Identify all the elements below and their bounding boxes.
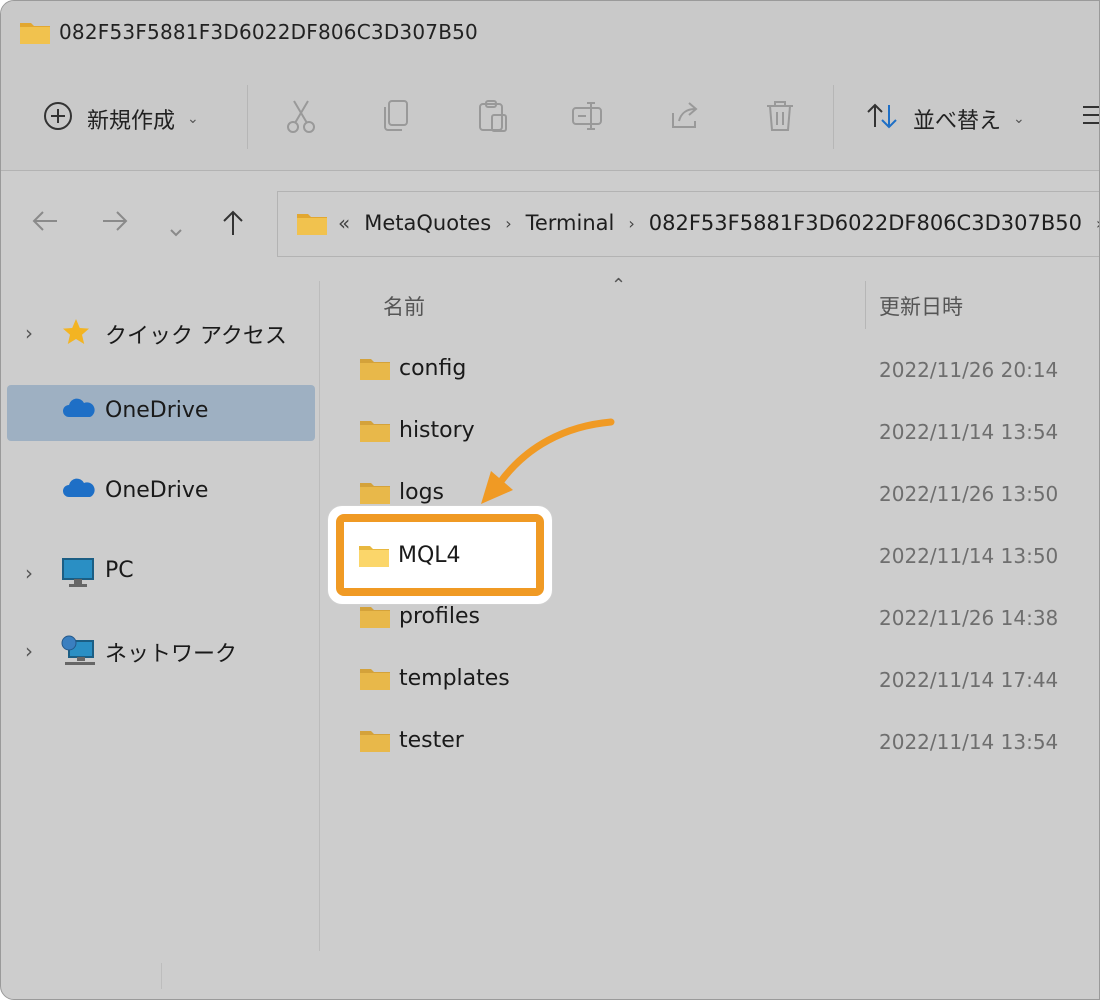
breadcrumb-item[interactable]: Terminal (526, 211, 615, 235)
forward-icon[interactable] (101, 209, 129, 240)
file-name: tester (399, 728, 464, 753)
copy-icon[interactable] (381, 99, 411, 137)
folder-icon (359, 479, 391, 509)
title-bar: 082F53F5881F3D6022DF806C3D307B50 (1, 1, 1099, 65)
list-item[interactable]: history 2022/11/14 13:54 (321, 403, 1099, 465)
file-date: 2022/11/14 17:44 (879, 668, 1059, 692)
window-title: 082F53F5881F3D6022DF806C3D307B50 (59, 20, 478, 44)
chevron-right-icon[interactable]: › (505, 214, 511, 233)
toolbar-divider (833, 85, 834, 149)
sort-icon (865, 101, 899, 137)
network-icon (61, 635, 95, 673)
file-date: 2022/11/26 20:14 (879, 358, 1059, 382)
cloud-icon (61, 397, 95, 427)
folder-icon (359, 727, 391, 757)
folder-icon (358, 542, 390, 572)
up-icon[interactable] (221, 209, 245, 244)
column-header-modified[interactable]: 更新日時 (879, 291, 963, 321)
sort-button[interactable]: 並べ替え ⌄ (865, 101, 1025, 137)
toolbar-divider (247, 85, 248, 149)
file-date: 2022/11/26 13:50 (879, 482, 1059, 506)
pointer-arrow-icon (471, 416, 616, 515)
folder-icon (359, 603, 391, 633)
file-name: logs (399, 480, 444, 505)
folder-icon (359, 417, 391, 447)
file-date: 2022/11/14 13:54 (879, 730, 1059, 754)
command-bar: 新規作成 ⌄ 並べ替え ⌄ (1, 65, 1099, 171)
breadcrumb-item[interactable]: MetaQuotes (364, 211, 491, 235)
new-button-label: 新規作成 (87, 109, 176, 134)
sort-ascending-icon: ⌃ (611, 275, 627, 296)
monitor-icon (61, 557, 95, 595)
recent-locations-chevron-icon[interactable] (169, 215, 183, 245)
sidebar-item-onedrive[interactable]: OneDrive (7, 465, 315, 521)
plus-circle-icon (43, 101, 73, 137)
new-button[interactable]: 新規作成 ⌄ (43, 101, 199, 137)
sidebar-item-label: OneDrive (105, 478, 209, 503)
file-explorer-window: 082F53F5881F3D6022DF806C3D307B50 新規作成 ⌄ (0, 0, 1100, 1000)
cut-icon[interactable] (285, 99, 317, 137)
list-item[interactable]: templates 2022/11/14 17:44 (321, 651, 1099, 713)
delete-icon[interactable] (765, 99, 795, 137)
back-icon[interactable] (31, 209, 59, 240)
file-list: ⌃ 名前 更新日時 config 2022/11/26 20:14 histor… (321, 275, 1099, 999)
navigation-pane: › クイック アクセス OneDrive OneDrive › PC › ネット… (1, 281, 319, 999)
breadcrumb-item[interactable]: 082F53F5881F3D6022DF806C3D307B50 (649, 211, 1082, 235)
chevron-right-icon[interactable]: › (25, 639, 33, 663)
status-divider (161, 963, 162, 989)
chevron-right-icon[interactable]: › (628, 214, 634, 233)
cloud-icon (61, 477, 95, 507)
file-name: profiles (399, 604, 480, 629)
folder-icon (359, 355, 391, 385)
file-name: config (399, 356, 467, 381)
sort-button-label: 並べ替え (913, 109, 1002, 134)
list-item-highlighted[interactable]: MQL4 (328, 506, 552, 604)
more-icon[interactable] (1081, 103, 1099, 131)
folder-icon (296, 210, 328, 240)
sidebar-item-label: PC (105, 558, 134, 583)
file-date: 2022/11/14 13:54 (879, 420, 1059, 444)
file-date: 2022/11/26 14:38 (879, 606, 1059, 630)
file-name: history (399, 418, 475, 443)
breadcrumb-overflow[interactable]: « (338, 211, 350, 235)
sidebar-item-onedrive[interactable]: OneDrive (7, 385, 315, 441)
list-item[interactable]: tester 2022/11/14 13:54 (321, 713, 1099, 775)
address-bar[interactable]: « MetaQuotes › Terminal › 082F53F5881F3D… (277, 191, 1099, 257)
chevron-right-icon[interactable]: › (25, 321, 33, 345)
chevron-down-icon: ⌄ (187, 111, 199, 127)
rename-icon[interactable] (571, 99, 605, 137)
breadcrumb: « MetaQuotes › Terminal › 082F53F5881F3D… (338, 211, 1099, 235)
sidebar-item-label: ネットワーク (105, 642, 238, 667)
sidebar-item-network[interactable]: › ネットワーク (7, 623, 315, 679)
sidebar-item-label: OneDrive (105, 398, 209, 423)
chevron-right-icon[interactable]: › (1096, 214, 1099, 233)
column-divider[interactable] (865, 281, 866, 329)
chevron-down-icon: ⌄ (1013, 111, 1025, 127)
navigation-bar: « MetaQuotes › Terminal › 082F53F5881F3D… (1, 171, 1099, 281)
paste-icon[interactable] (477, 99, 509, 137)
file-date: 2022/11/14 13:50 (879, 544, 1059, 568)
pane-divider[interactable] (319, 281, 320, 951)
share-icon[interactable] (669, 99, 701, 137)
star-icon (61, 317, 91, 353)
folder-icon (19, 19, 51, 49)
file-name: MQL4 (398, 543, 461, 568)
file-name: templates (399, 666, 510, 691)
sidebar-item-quick-access[interactable]: › クイック アクセス (7, 305, 315, 361)
column-header-name[interactable]: 名前 (383, 291, 425, 321)
sidebar-item-pc[interactable]: › PC (7, 545, 315, 601)
sidebar-item-label: クイック アクセス (105, 324, 287, 349)
list-item[interactable]: config 2022/11/26 20:14 (321, 341, 1099, 403)
folder-icon (359, 665, 391, 695)
chevron-right-icon[interactable]: › (25, 561, 33, 585)
